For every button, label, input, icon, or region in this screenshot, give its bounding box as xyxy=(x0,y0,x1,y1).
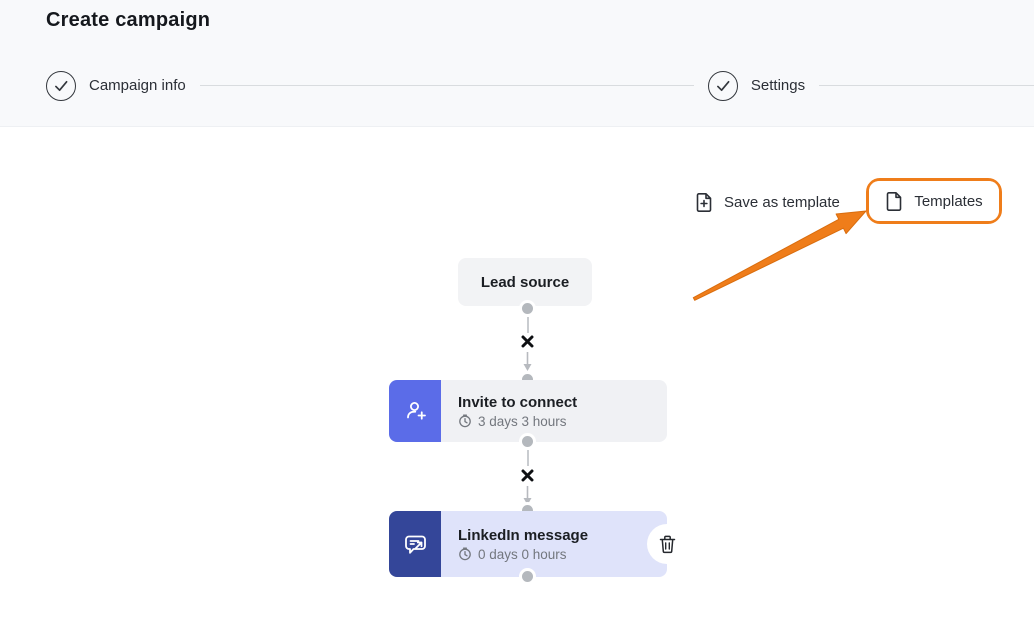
page-title: Create campaign xyxy=(46,9,210,32)
create-campaign-screen: Create campaign Campaign info Settings xyxy=(0,0,1034,619)
document-icon xyxy=(885,191,903,212)
check-icon xyxy=(46,71,76,101)
templates-highlight-ring: Templates xyxy=(866,178,1002,224)
save-as-template-button[interactable]: Save as template xyxy=(695,187,840,217)
clock-icon xyxy=(458,414,472,428)
clock-icon xyxy=(458,547,472,561)
templates-label: Templates xyxy=(914,193,982,210)
connector-handle[interactable] xyxy=(519,568,536,585)
lead-source-node[interactable]: Lead source xyxy=(458,258,592,306)
connector-line xyxy=(527,317,529,333)
trash-icon xyxy=(659,535,676,554)
x-icon[interactable] xyxy=(521,469,534,482)
node-body: LinkedIn message 0 days 0 hours xyxy=(441,511,667,577)
connector-line xyxy=(527,450,529,466)
step-label: Settings xyxy=(751,77,805,94)
node-delay: 3 days 3 hours xyxy=(458,414,651,429)
node-delay: 0 days 0 hours xyxy=(458,547,651,562)
arrow-down-icon xyxy=(520,352,535,372)
stepper-step-settings[interactable]: Settings xyxy=(708,71,805,101)
lead-source-label: Lead source xyxy=(481,274,569,291)
save-as-template-label: Save as template xyxy=(724,194,840,211)
stepper-connector-line xyxy=(200,85,694,86)
user-plus-icon xyxy=(389,380,441,442)
node-body: Invite to connect 3 days 3 hours xyxy=(441,380,667,442)
chat-message-send-icon xyxy=(389,511,441,577)
delete-step-button[interactable] xyxy=(647,524,687,564)
connector-handle[interactable] xyxy=(519,300,536,317)
connector-handle[interactable] xyxy=(519,433,536,450)
wizard-stepper: Campaign info Settings xyxy=(46,70,1034,101)
node-delay-label: 0 days 0 hours xyxy=(478,547,567,562)
node-title: LinkedIn message xyxy=(458,527,651,544)
node-title: Invite to connect xyxy=(458,394,651,411)
header: Create campaign Campaign info Settings xyxy=(0,0,1034,127)
step-label: Campaign info xyxy=(89,77,186,94)
stepper-connector-line xyxy=(819,85,1034,86)
node-delay-label: 3 days 3 hours xyxy=(478,414,567,429)
document-plus-icon xyxy=(695,192,713,213)
templates-button[interactable]: Templates xyxy=(869,181,999,221)
check-icon xyxy=(708,71,738,101)
x-icon[interactable] xyxy=(521,335,534,348)
stepper-step-campaign-info[interactable]: Campaign info xyxy=(46,71,186,101)
